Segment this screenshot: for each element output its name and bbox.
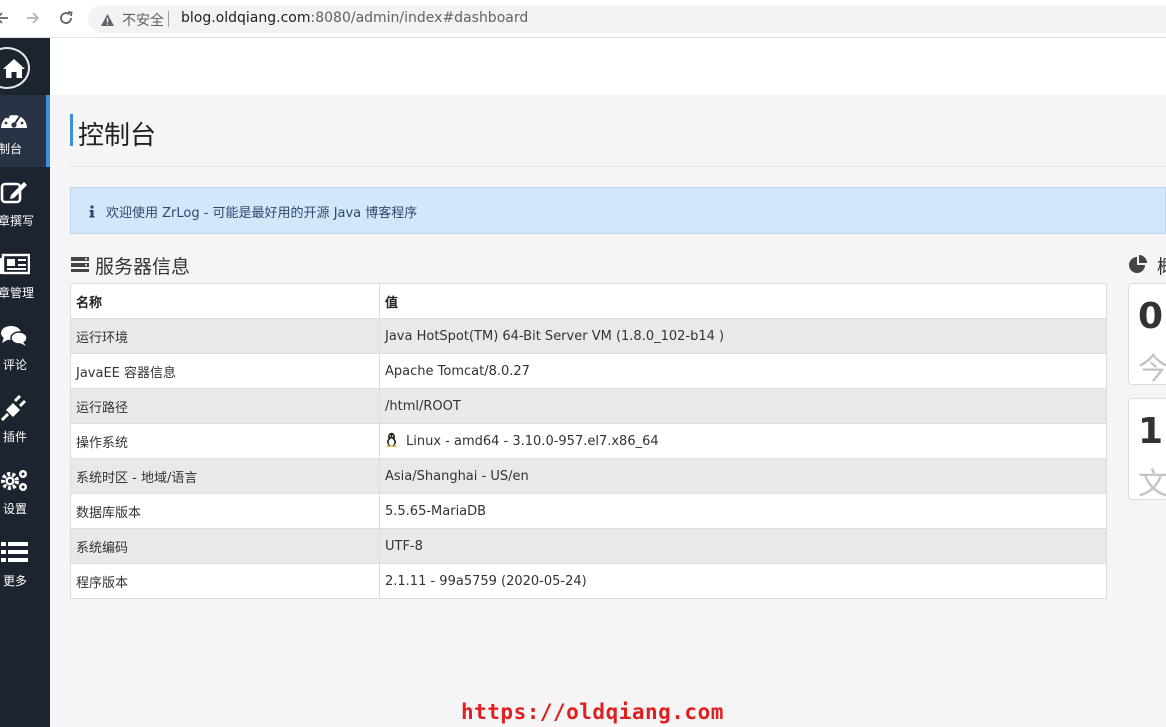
edit-icon [0,179,30,205]
watermark-text: https://oldqiang.com [461,700,724,724]
row-name: 数据库版本 [70,493,380,529]
table-row: JavaEE 容器信息 Apache Tomcat/8.0.27 [70,353,1107,389]
stat-value: 1 [1138,411,1164,452]
stats-title: 概 [1157,252,1166,279]
title-divider [70,166,1166,167]
reload-icon[interactable] [56,8,76,28]
url-path: :8080/admin/index#dashboard [310,10,529,26]
table-row: 系统时区 - 地域/语言 Asia/Shanghai - US/en [70,458,1107,494]
table-row: 运行路径 /html/ROOT [70,388,1107,424]
home-icon [3,59,25,78]
top-header [50,38,1166,95]
row-name: JavaEE 容器信息 [70,353,380,389]
url-text[interactable]: blog.oldqiang.com:8080/admin/index#dashb… [181,10,528,26]
row-value: UTF-8 [379,528,1107,564]
sidebar-item-label: 插件 [3,430,28,444]
alert-text: 欢迎使用 ZrLog - 可能是最好用的开源 Java 博客程序 [106,206,418,221]
sidebar-item-articles[interactable]: 文章管理 [0,239,50,311]
sidebar-item-label: 控制台 [0,142,23,156]
browser-toolbar: 不安全 blog.oldqiang.com:8080/admin/index#d… [0,0,1166,38]
stat-card-articles[interactable]: 1 文 [1128,398,1166,500]
row-value-os: Linux - amd64 - 3.10.0-957.el7.x86_64 [379,423,1107,459]
row-value: Java HotSpot(TM) 64-Bit Server VM (1.8.0… [379,318,1107,354]
pie-chart-icon [1128,255,1148,278]
row-name: 操作系统 [70,423,380,459]
sidebar-item-write[interactable]: 文章撰写 [0,167,50,239]
sidebar: 控制台 文章撰写 文章管理 评论 插件 设置 更多 [0,38,50,727]
info-icon [89,203,95,222]
table-row: 系统编码 UTF-8 [70,528,1107,564]
sidebar-item-label: 更多 [3,574,28,588]
main-area: 控制台 欢迎使用 ZrLog - 可能是最好用的开源 Java 博客程序 服务器… [50,38,1166,727]
home-button[interactable] [0,47,30,89]
sidebar-item-label: 设置 [3,502,28,516]
page-title: 控制台 [78,121,157,151]
row-value: /html/ROOT [379,388,1107,424]
row-name: 系统时区 - 地域/语言 [70,458,380,494]
warning-icon[interactable] [100,12,115,31]
table-row: 数据库版本 5.5.65-MariaDB [70,493,1107,529]
welcome-alert: 欢迎使用 ZrLog - 可能是最好用的开源 Java 博客程序 [70,187,1166,234]
url-host: blog.oldqiang.com [181,10,311,26]
stat-label: 今 [1138,352,1166,385]
row-name: 系统编码 [70,528,380,564]
column-header-value: 值 [379,283,1107,319]
row-value: 5.5.65-MariaDB [379,493,1107,529]
comments-icon [0,323,30,349]
sidebar-item-more[interactable]: 更多 [0,527,50,599]
server-icon [70,256,90,277]
security-label[interactable]: 不安全 [122,10,164,30]
stat-value: 0 [1138,296,1164,337]
gears-icon [0,467,30,493]
row-value: Asia/Shanghai - US/en [379,458,1107,494]
row-name: 运行路径 [70,388,380,424]
title-accent-bar [70,114,73,146]
content-area: 控制台 欢迎使用 ZrLog - 可能是最好用的开源 Java 博客程序 服务器… [50,95,1166,727]
sidebar-item-dashboard[interactable]: 控制台 [0,95,50,167]
table-row: 运行环境 Java HotSpot(TM) 64-Bit Server VM (… [70,318,1107,354]
sidebar-item-label: 评论 [3,358,28,372]
os-value-text: Linux - amd64 - 3.10.0-957.el7.x86_64 [406,433,659,449]
back-icon[interactable] [0,8,12,28]
table-header-row: 名称 值 [70,283,1107,319]
table-row: 操作系统 Linux - amd64 - 3.10.0-957.el7.x86_… [70,423,1107,459]
sidebar-item-label: 文章管理 [0,286,35,300]
sidebar-item-label: 文章撰写 [0,214,35,228]
row-value: Apache Tomcat/8.0.27 [379,353,1107,389]
linux-icon [385,432,398,451]
column-header-name: 名称 [70,283,380,319]
address-divider [168,11,169,27]
row-name: 运行环境 [70,318,380,354]
row-value: 2.1.11 - 99a5759 (2020-05-24) [379,563,1107,599]
row-name: 程序版本 [70,563,380,599]
sidebar-item-plugins[interactable]: 插件 [0,383,50,455]
forward-icon[interactable] [23,8,43,28]
stat-label: 文 [1138,467,1166,500]
sidebar-item-comments[interactable]: 评论 [0,311,50,383]
plug-icon [0,395,30,421]
dashboard-icon [0,107,30,133]
list-icon [0,539,30,565]
newspaper-icon [0,251,30,277]
table-row: 程序版本 2.1.11 - 99a5759 (2020-05-24) [70,563,1107,599]
server-info-table: 名称 值 运行环境 Java HotSpot(TM) 64-Bit Server… [70,283,1107,599]
address-bar[interactable]: 不安全 blog.oldqiang.com:8080/admin/index#d… [88,5,1166,33]
sidebar-item-settings[interactable]: 设置 [0,455,50,527]
server-info-title: 服务器信息 [95,256,191,278]
stat-card-today[interactable]: 0 今 [1128,283,1166,385]
